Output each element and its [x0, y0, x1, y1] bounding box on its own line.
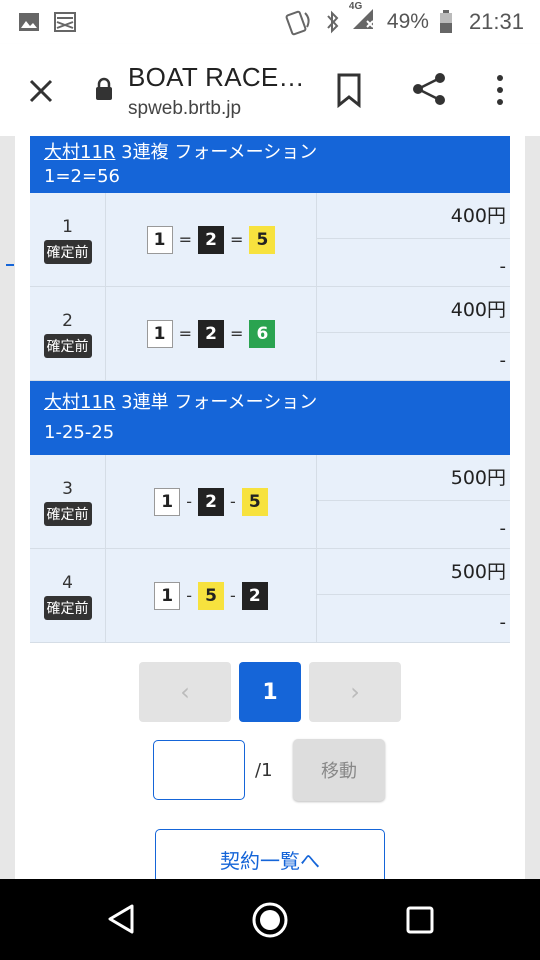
status-badge: 確定前: [43, 595, 92, 620]
row-number: 4: [62, 572, 73, 593]
row-number: 3: [62, 478, 73, 499]
gallery-icon: [19, 13, 39, 31]
boat-number: 6: [249, 319, 276, 348]
next-page-button[interactable]: ›: [309, 662, 401, 722]
clock: 21:31: [468, 9, 524, 34]
right-edge: [525, 136, 540, 879]
pagination: ‹ 1 ›: [139, 662, 401, 722]
boat-number: 1: [146, 319, 173, 348]
combination: 1 - 5 - 2: [106, 549, 317, 642]
close-icon[interactable]: [24, 74, 58, 108]
boat-number: 1: [146, 225, 173, 254]
prev-page-button[interactable]: ‹: [139, 662, 231, 722]
table-row: 3 確定前 1 - 2 - 5 500円 -: [30, 455, 510, 549]
formation: 1=2=56: [44, 166, 120, 187]
race-link[interactable]: 大村11R: [44, 392, 115, 413]
formation: 1-25-25: [44, 422, 115, 443]
network-type: 4G: [348, 1, 363, 12]
status-badge: 確定前: [43, 501, 92, 526]
table-row: 1 確定前 1 = 2 = 5 400円 -: [30, 193, 510, 287]
current-page-button[interactable]: 1: [239, 662, 301, 722]
back-icon[interactable]: [106, 903, 136, 935]
bluetooth-icon: [327, 10, 339, 34]
battery-icon: [439, 10, 452, 33]
combination: 1 - 2 - 5: [106, 455, 317, 548]
row-number: 2: [62, 310, 73, 331]
bet-amount: 400円: [317, 287, 510, 333]
more-icon[interactable]: [492, 72, 508, 108]
race-link[interactable]: 大村11R: [44, 142, 115, 163]
boat-number: 2: [198, 225, 224, 254]
combination: 1 = 2 = 5: [106, 193, 317, 286]
boat-number: 2: [198, 487, 224, 516]
left-edge: [0, 136, 15, 879]
boat-number: 1: [154, 581, 181, 610]
navigation-bar: [0, 879, 540, 960]
bet-amount: 400円: [317, 193, 510, 239]
boat-number: 2: [241, 581, 268, 610]
page-number-input[interactable]: [153, 740, 245, 800]
nfc-icon: [285, 10, 310, 36]
go-button[interactable]: 移動: [293, 739, 385, 801]
page-content: 大村11R 3連複 フォーメーション 1=2=56 1 確定前 1 = 2 = 5…: [15, 136, 525, 879]
boat-number: 5: [241, 487, 268, 516]
battery-percent: 49%: [386, 10, 429, 33]
payout: -: [499, 350, 507, 371]
boat-number: 2: [198, 319, 224, 348]
bet-amount: 500円: [317, 455, 510, 501]
bet-type: 3連単 フォーメーション: [121, 392, 318, 413]
boat-number: 5: [249, 225, 276, 254]
section-header: 大村11R 3連単 フォーメーション 1-25-25: [30, 381, 510, 455]
boat-number: 5: [198, 581, 224, 610]
recent-apps-icon[interactable]: [405, 905, 435, 935]
combination: 1 = 2 = 6: [106, 287, 317, 380]
bookmark-icon[interactable]: [334, 72, 364, 108]
page-title: BOAT RACE…: [128, 62, 305, 92]
browser-toolbar: BOAT RACE… spweb.brtb.jp: [0, 44, 540, 136]
cast-icon: [54, 12, 76, 32]
table-row: 4 確定前 1 - 5 - 2 500円 -: [30, 549, 510, 643]
boat-number: 1: [154, 487, 181, 516]
section-header: 大村11R 3連複 フォーメーション 1=2=56: [30, 136, 510, 193]
home-icon[interactable]: [251, 901, 289, 939]
lock-icon: [96, 77, 112, 100]
page-jump: /1 移動: [153, 739, 385, 801]
status-badge: 確定前: [43, 239, 92, 264]
status-badge: 確定前: [43, 333, 92, 358]
total-pages: /1: [255, 759, 273, 781]
bet-type: 3連複 フォーメーション: [121, 142, 318, 163]
row-number: 1: [62, 216, 73, 237]
payout: -: [499, 612, 507, 633]
table-row: 2 確定前 1 = 2 = 6 400円 -: [30, 287, 510, 381]
share-icon[interactable]: [410, 70, 448, 108]
contract-list-button[interactable]: 契約一覧へ: [155, 829, 385, 879]
bet-amount: 500円: [317, 549, 510, 595]
page-url[interactable]: spweb.brtb.jp: [128, 98, 241, 120]
status-bar: 4G 49% 21:31: [0, 0, 540, 44]
